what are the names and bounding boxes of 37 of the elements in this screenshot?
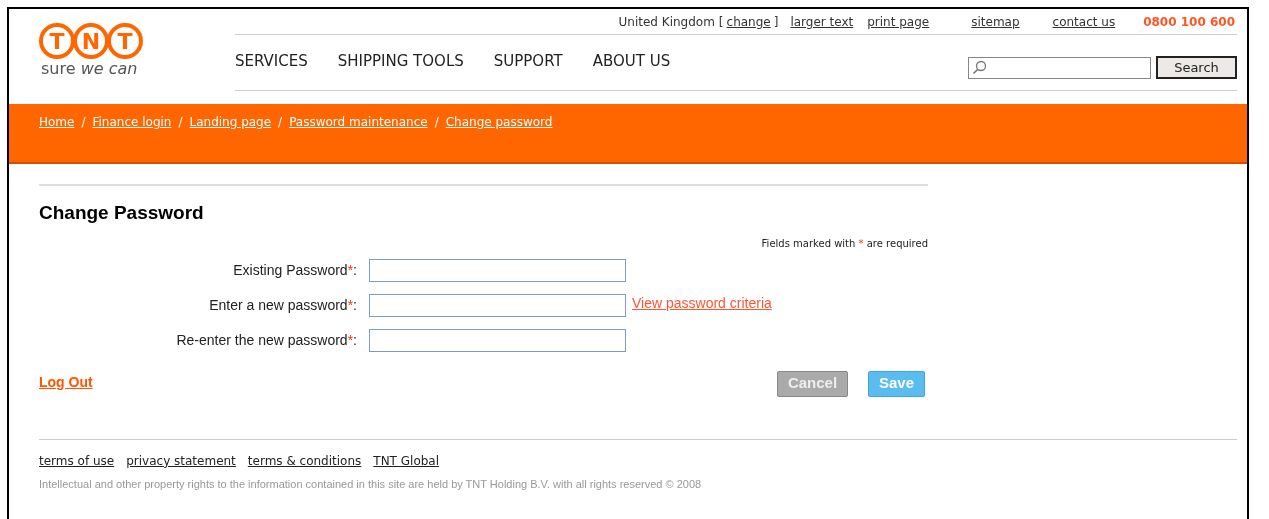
logo-letter: T: [39, 23, 75, 59]
required-note: Fields marked with * are required: [761, 236, 928, 251]
logo-letter: T: [107, 23, 143, 59]
breadcrumb-separator: /: [434, 114, 439, 131]
utility-link[interactable]: larger text: [790, 12, 854, 31]
logo-tagline: sure we can: [41, 61, 139, 77]
page-title: Change Password: [39, 201, 205, 225]
password-field[interactable]: [369, 294, 626, 317]
copyright-text: Intellectual and other property rights to the information contained in this site are held by TNT Holding B.V. with all rights reserved © 2008: [39, 476, 703, 492]
field-label: Enter a new password*:: [208, 296, 358, 315]
footer-link[interactable]: privacy statement: [126, 451, 236, 470]
utility-link[interactable]: sitemap: [971, 12, 1020, 31]
country-label: United Kingdom: [618, 13, 715, 31]
utility-link[interactable]: print page: [867, 12, 930, 31]
nav-link[interactable]: SUPPORT: [493, 49, 563, 73]
nav-link[interactable]: SERVICES: [235, 49, 308, 73]
password-field[interactable]: [369, 259, 626, 282]
bracket-text: ]: [773, 13, 779, 31]
change-link[interactable]: change: [726, 12, 771, 31]
search-icon: [972, 60, 987, 75]
breadcrumb-separator: /: [81, 114, 86, 131]
phone-number: 0800 100 600: [1143, 13, 1235, 31]
search-field[interactable]: [968, 56, 1151, 79]
bracket-text: [: [718, 13, 724, 31]
utility-link[interactable]: contact us: [1052, 12, 1116, 31]
field-label: Re-enter the new password*:: [175, 331, 358, 350]
nav-link[interactable]: ABOUT US: [592, 49, 671, 73]
field-label: Existing Password*:: [232, 261, 358, 280]
breadcrumb-separator: /: [178, 114, 183, 131]
footer-link[interactable]: terms & conditions: [247, 451, 362, 470]
password-field[interactable]: [369, 329, 626, 352]
nav-link[interactable]: SHIPPING TOOLS: [337, 49, 464, 73]
footer-link[interactable]: TNT Global: [373, 451, 440, 470]
logo-letter: N: [73, 23, 109, 59]
search-button[interactable]: Search: [1156, 56, 1237, 79]
footer-link[interactable]: terms of use: [39, 451, 115, 470]
breadcrumb-separator: /: [278, 114, 283, 131]
